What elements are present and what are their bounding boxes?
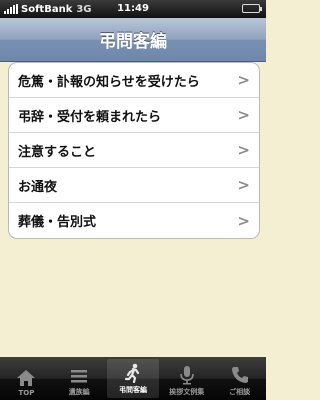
chevron-right-icon: > xyxy=(237,176,250,194)
list-item-label: 葬儀・告別式 xyxy=(18,215,97,230)
walking-person-icon xyxy=(124,363,140,383)
tab-label: TOP xyxy=(18,389,35,397)
tab-label: 遺族編 xyxy=(68,388,90,396)
tab-label: ご相談 xyxy=(229,388,251,396)
page-title: 弔問客編 xyxy=(99,32,167,52)
tab-consult[interactable]: ご相談 xyxy=(213,357,266,400)
status-time: 11:49 xyxy=(117,3,149,14)
microphone-icon xyxy=(179,366,194,385)
tab-top[interactable]: TOP xyxy=(0,357,53,400)
menu-list: 危篤・訃報の知らせを受けたら > 弔辞・受付を頼まれたら > 注意すること > … xyxy=(8,62,260,239)
list-item-wake[interactable]: お通夜 > xyxy=(9,168,259,203)
tab-label: 挨拶文例集 xyxy=(169,388,205,396)
chevron-right-icon: > xyxy=(237,106,250,124)
list-item-condolence-reception[interactable]: 弔辞・受付を頼まれたら > xyxy=(9,98,259,133)
tab-label: 弔問客編 xyxy=(118,386,147,394)
tab-family[interactable]: 遺族編 xyxy=(53,357,106,400)
list-item-label: お通夜 xyxy=(18,179,58,195)
chevron-right-icon: > xyxy=(237,71,250,89)
battery-icon xyxy=(242,4,262,13)
tab-visitor[interactable]: 弔問客編 xyxy=(106,359,160,398)
list-item-label: 危篤・訃報の知らせを受けたら xyxy=(18,74,200,90)
tab-bar: TOP 遺族編 弔問客編 挨拶文例集 ご相談 xyxy=(0,357,266,400)
status-bar: SoftBank 3G 11:49 xyxy=(0,0,266,18)
list-item-cautions[interactable]: 注意すること > xyxy=(9,133,259,168)
list-item-label: 注意すること xyxy=(18,144,97,160)
tab-greetings[interactable]: 挨拶文例集 xyxy=(160,357,213,400)
chevron-right-icon: > xyxy=(237,211,250,230)
list-item-funeral[interactable]: 葬儀・告別式 > xyxy=(9,203,259,238)
chevron-right-icon: > xyxy=(237,141,250,159)
list-icon xyxy=(71,370,88,383)
home-icon xyxy=(17,370,36,386)
list-item-label: 弔辞・受付を頼まれたら xyxy=(18,109,162,125)
navigation-bar: 弔問客編 xyxy=(0,18,266,62)
phone-icon xyxy=(231,367,248,383)
list-item-critical-notice[interactable]: 危篤・訃報の知らせを受けたら > xyxy=(9,63,259,98)
